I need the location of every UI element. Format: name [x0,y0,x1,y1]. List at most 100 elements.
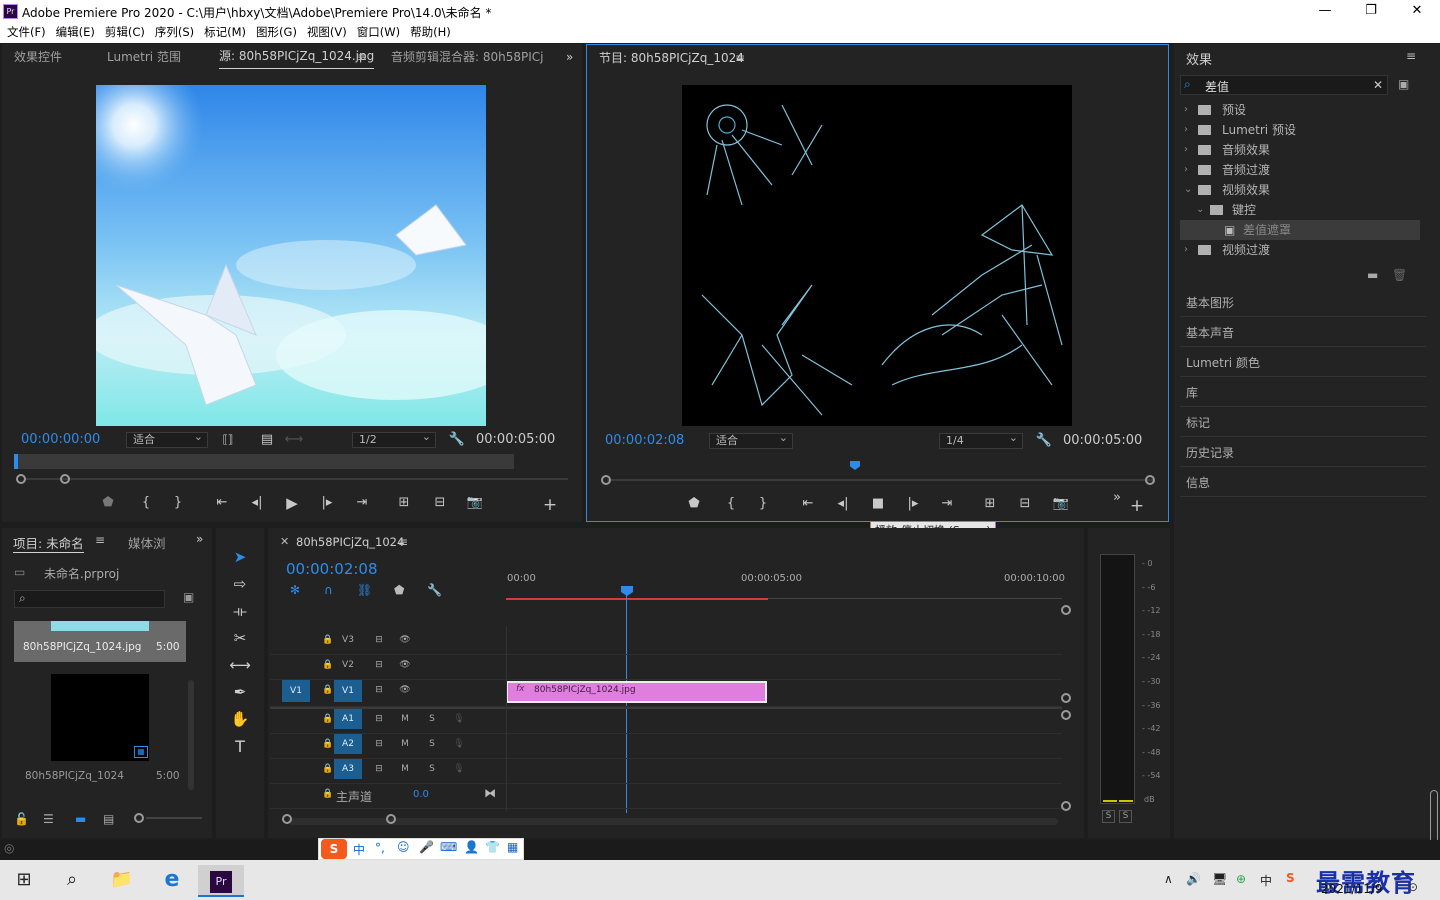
project-zoom-slider[interactable] [134,813,144,823]
program-playhead[interactable] [850,461,860,470]
tab-media-browser[interactable]: 媒体浏 [128,533,166,552]
sync-lock-icon[interactable]: ⊟ [365,680,393,700]
program-zoom-handle-left[interactable] [601,475,611,485]
mic-icon[interactable]: 🎙 [445,709,473,729]
section-libraries[interactable]: 库 [1180,379,1426,407]
add-marker-icon[interactable]: ⬟ [98,494,118,512]
clear-search-icon[interactable]: ✕ [1373,78,1383,92]
eye-icon[interactable]: 👁 [391,630,419,650]
step-forward-icon[interactable]: |▸ [317,494,337,512]
tab-project[interactable]: 项目: 未命名 [13,533,84,553]
program-wrench-icon[interactable]: 🔧 [1034,432,1054,450]
program-resolution-select[interactable]: 1/4 [939,431,1023,449]
project-zoom-track[interactable] [146,817,202,819]
project-menu-icon[interactable]: ≡ [95,533,105,547]
new-bin-icon[interactable]: ▣ [1398,77,1409,91]
mic-icon[interactable]: 🎙 [445,759,473,779]
eye-icon[interactable]: 👁 [391,680,419,700]
timeline-horizontal-scrollbar[interactable] [288,818,1058,825]
section-info[interactable]: 信息 [1180,469,1426,497]
project-more-icon[interactable]: » [196,532,203,546]
tab-audio-clip-mixer[interactable]: 音频剪辑混合器: 80h58PICj [391,44,544,70]
solo-button[interactable]: S [418,709,446,729]
ime-punctuation[interactable]: °, [375,841,385,855]
mark-out-icon[interactable]: } [168,494,188,512]
section-history[interactable]: 历史记录 [1180,439,1426,467]
timeline-settings-icon[interactable]: 🔧 [427,583,442,597]
sync-lock-icon[interactable]: ⊟ [365,734,393,754]
user-icon[interactable]: 👤 [464,840,479,854]
program-go-to-in-icon[interactable]: ⇤ [798,495,818,513]
button-editor-icon[interactable]: + [540,496,560,514]
freeform-view-icon[interactable]: ▤ [103,812,114,826]
go-to-in-icon[interactable]: ⇤ [212,494,232,512]
panel-menu-icon[interactable]: ≡ [357,44,367,70]
program-more-icon[interactable]: » [1107,489,1127,507]
lift-icon[interactable]: ⊞ [980,495,1000,513]
section-essential-graphics[interactable]: 基本图形 [1180,289,1426,317]
emoji-icon[interactable]: ☺ [397,840,410,854]
menu-sequence[interactable]: 序列(S) [155,23,194,42]
tab-lumetri-scopes[interactable]: Lumetri 范围 [107,44,181,70]
source-playhead[interactable] [14,454,18,469]
sync-lock-icon[interactable]: ⊟ [365,759,393,779]
effects-item-presets[interactable]: › 预设 [1180,100,1420,120]
go-to-out-icon[interactable]: ⇥ [352,494,372,512]
menu-view[interactable]: 视图(V) [307,23,347,42]
snap-icon[interactable]: ∩ [324,583,333,597]
input-language-icon[interactable]: 中 [1260,872,1272,889]
project-item-image[interactable]: 80h58PICjZq_1024.jpg 5:00 [14,621,186,662]
minimize-icon[interactable]: — [1302,0,1348,23]
program-step-back-icon[interactable]: ◂| [833,495,853,513]
nest-icon[interactable]: ✻ [290,583,300,597]
solo-left-button[interactable]: S [1102,810,1115,823]
eye-icon[interactable]: 👁 [391,655,419,675]
sogou-logo-icon[interactable]: S [321,839,347,859]
tab-program[interactable]: 节目: 80h58PICjZq_1024 [599,45,744,71]
program-mark-out-icon[interactable]: } [753,495,773,513]
effects-menu-icon[interactable]: ≡ [1406,49,1416,63]
timeline-timecode[interactable]: 00:00:02:08 [286,560,378,578]
stop-icon[interactable]: ■ [868,495,888,513]
timeline-zoom-right[interactable] [386,814,396,824]
find-icon[interactable]: ▣ [183,590,194,604]
sync-lock-icon[interactable]: ⊟ [365,655,393,675]
go-to-end-icon[interactable]: ⧓ [484,786,496,800]
play-icon[interactable]: ▶ [282,494,302,512]
source-zoom-handle-left[interactable] [16,474,26,484]
slip-tool-icon[interactable]: ⟷ [229,656,251,676]
audio-scroll-top[interactable] [1061,710,1071,720]
menu-clip[interactable]: 剪辑(C) [105,23,145,42]
voice-icon[interactable]: 🎤 [419,840,434,854]
project-item-sequence[interactable]: ▦ 80h58PICjZq_1024 5:00 [14,664,186,792]
sequence-tab[interactable]: 80h58PICjZq_1024 [296,535,404,549]
mute-button[interactable]: M [391,759,419,779]
icon-view-icon[interactable]: ▬ [75,812,86,826]
track-target-a1[interactable]: A1 [334,709,362,729]
windows-start-icon[interactable]: ⊞ [4,865,44,897]
track-target-a3[interactable]: A3 [334,759,362,779]
sync-lock-icon[interactable]: ⊟ [365,630,393,650]
menu-edit[interactable]: 编辑(E) [56,23,95,42]
solo-right-button[interactable]: S [1119,810,1132,823]
extract-icon[interactable]: ⊟ [1015,495,1035,513]
timeline-clip[interactable]: fx 80h58PICjZq_1024.jpg [506,681,767,703]
source-zoom-handle-right[interactable] [60,474,70,484]
close-sequence-icon[interactable]: ✕ [280,535,289,548]
program-go-to-out-icon[interactable]: ⇥ [937,495,957,513]
section-markers[interactable]: 标记 [1180,409,1426,437]
network-icon[interactable]: 🖥 [1212,872,1227,886]
type-tool-icon[interactable]: T [229,737,251,757]
ripple-edit-tool-icon[interactable]: ⟛ [229,602,251,622]
list-view-icon[interactable]: ☰ [43,812,54,826]
menu-graphics[interactable]: 图形(G) [256,23,297,42]
track-target-v1[interactable]: V1 [334,680,362,702]
toolbox-icon[interactable]: ▦ [507,840,518,854]
source-zoom-select[interactable]: 适合 [126,430,208,448]
source-time-ruler[interactable] [16,454,514,469]
insert-icon[interactable]: ⊞ [394,494,414,512]
program-export-frame-icon[interactable]: 📷 [1051,495,1071,513]
search-icon[interactable]: ⌕ [52,865,92,897]
keyboard-icon[interactable]: ⌨ [440,840,457,854]
tab-source[interactable]: 源: 80h58PICjZq_1024.jpg [219,44,375,69]
